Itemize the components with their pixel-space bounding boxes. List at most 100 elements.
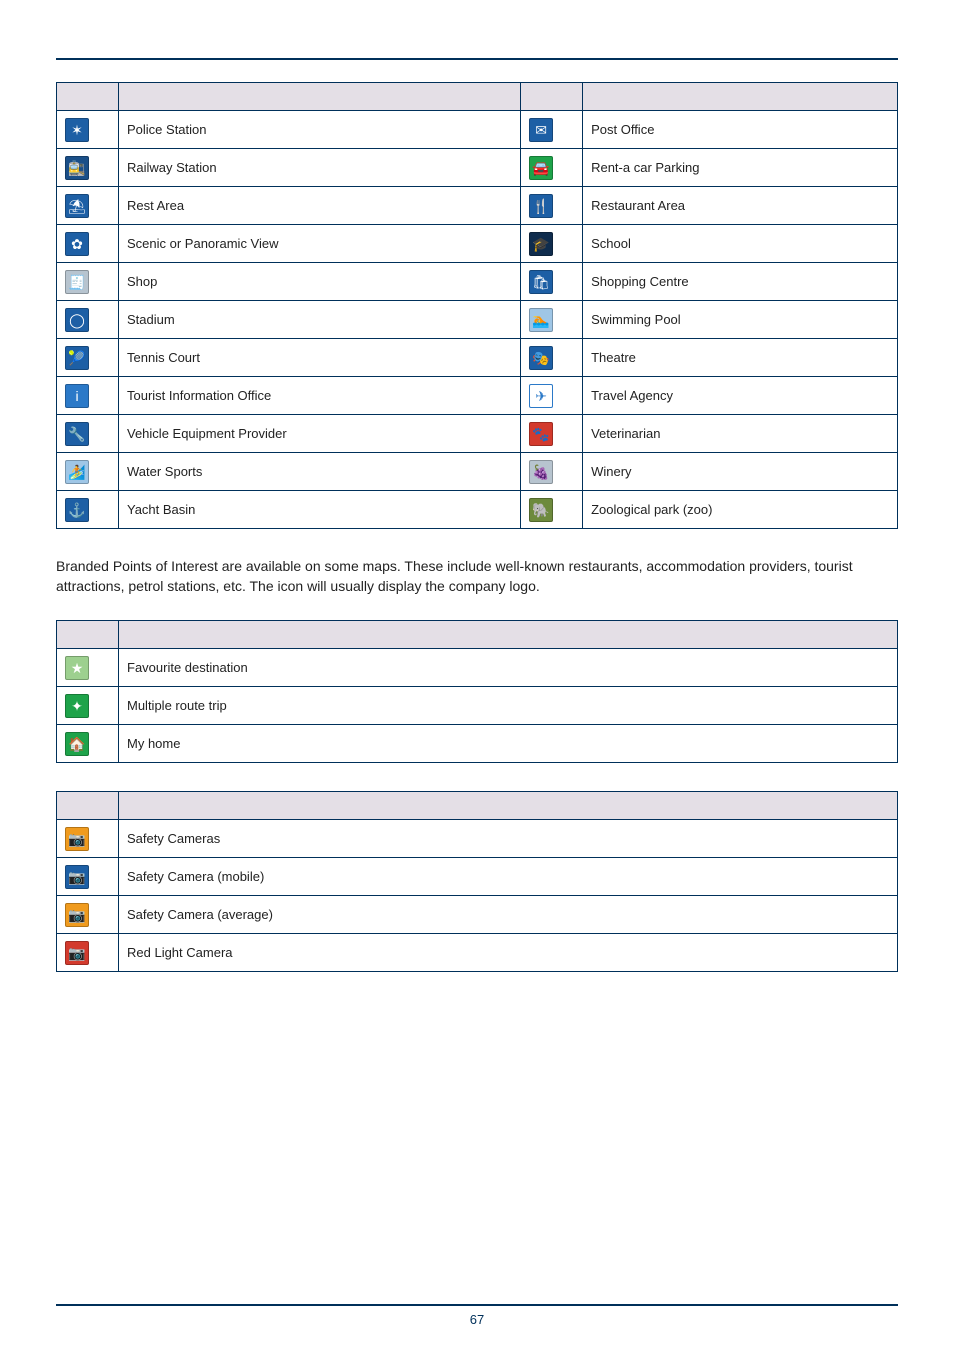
label-cell: Water Sports xyxy=(119,453,521,491)
rest-area-icon: ⛱ xyxy=(65,194,89,218)
label-cell: Veterinarian xyxy=(583,415,898,453)
veterinarian-icon: 🐾 xyxy=(529,422,553,446)
my-home-icon: 🏠 xyxy=(65,732,89,756)
icon-cell: 🍇 xyxy=(521,453,583,491)
label-cell: Safety Cameras xyxy=(119,820,898,858)
label-cell: Tourist Information Office xyxy=(119,377,521,415)
header-cell xyxy=(119,792,898,820)
favourites-table-body: ★ Favourite destination ✦ Multiple route tr… xyxy=(57,649,898,763)
safety-camera-mobile-icon: 📷 xyxy=(65,865,89,889)
page-footer: 67 xyxy=(56,1304,898,1327)
legend-label: Rest Area xyxy=(127,198,184,213)
tourist-information-office-icon: i xyxy=(65,384,89,408)
legend-label: Winery xyxy=(591,464,631,479)
header-cell xyxy=(57,83,119,111)
icon-cell: ✶ xyxy=(57,111,119,149)
label-cell: Vehicle Equipment Provider xyxy=(119,415,521,453)
legend-label: Safety Cameras xyxy=(127,831,220,846)
table-row: 🧾Shop🛍Shopping Centre xyxy=(57,263,898,301)
water-sports-icon: 🏄 xyxy=(65,460,89,484)
label-cell: Post Office xyxy=(583,111,898,149)
legend-label: Water Sports xyxy=(127,464,202,479)
document-page: ✶Police Station✉Post Office🚉Railway Stat… xyxy=(0,0,954,1355)
legend-label: Railway Station xyxy=(127,160,217,175)
icon-cell: 🚘 xyxy=(521,149,583,187)
legend-label: My home xyxy=(127,736,180,751)
label-cell: School xyxy=(583,225,898,263)
table-row: ✶Police Station✉Post Office xyxy=(57,111,898,149)
legend-label: Swimming Pool xyxy=(591,312,681,327)
icon-cell: ◯ xyxy=(57,301,119,339)
legend-label: Multiple route trip xyxy=(127,698,227,713)
icon-cell: ⛱ xyxy=(57,187,119,225)
label-cell: Tennis Court xyxy=(119,339,521,377)
winery-icon: 🍇 xyxy=(529,460,553,484)
legend-label: Yacht Basin xyxy=(127,502,195,517)
favourites-legend-table: ★ Favourite destination ✦ Multiple route tr… xyxy=(56,620,898,763)
stadium-icon: ◯ xyxy=(65,308,89,332)
table-header-row xyxy=(57,792,898,820)
zoological-park-zoo-icon: 🐘 xyxy=(529,498,553,522)
table-row: ★ Favourite destination xyxy=(57,649,898,687)
multiple-route-trip-icon: ✦ xyxy=(65,694,89,718)
icon-cell: 🎭 xyxy=(521,339,583,377)
safety-camera-average-icon: 📷 xyxy=(65,903,89,927)
legend-label: Police Station xyxy=(127,122,207,137)
table-row: 🏄 Water Sports 🍇 Winery xyxy=(57,453,898,491)
cameras-table-body: 📷Safety Cameras📷Safety Camera (mobile)📷S… xyxy=(57,820,898,972)
legend-label: Safety Camera (mobile) xyxy=(127,869,264,884)
label-cell: My home xyxy=(119,725,898,763)
label-cell: Restaurant Area xyxy=(583,187,898,225)
legend-label: Shopping Centre xyxy=(591,274,689,289)
theatre-icon: 🎭 xyxy=(529,346,553,370)
label-cell: Police Station xyxy=(119,111,521,149)
tennis-court-icon: 🎾 xyxy=(65,346,89,370)
label-cell: Shopping Centre xyxy=(583,263,898,301)
icon-cell: 🎾 xyxy=(57,339,119,377)
icon-cell: ★ xyxy=(57,649,119,687)
label-cell: Favourite destination xyxy=(119,649,898,687)
icon-cell: 🧾 xyxy=(57,263,119,301)
icon-cell: 🎓 xyxy=(521,225,583,263)
icon-cell: 📷 xyxy=(57,858,119,896)
table-row: ⚓ Yacht Basin 🐘 Zoological park (zoo) xyxy=(57,491,898,529)
safety-cameras-icon: 📷 xyxy=(65,827,89,851)
table-header-row xyxy=(57,83,898,111)
icon-cell: 📷 xyxy=(57,896,119,934)
icon-cell: 🏊 xyxy=(521,301,583,339)
red-light-camera-icon: 📷 xyxy=(65,941,89,965)
yacht-basin-icon: ⚓ xyxy=(65,498,89,522)
school-icon: 🎓 xyxy=(529,232,553,256)
legend-label: Red Light Camera xyxy=(127,945,233,960)
top-rule xyxy=(56,58,898,60)
table-row: 📷 Safety Cameras xyxy=(57,820,898,858)
shop-icon: 🧾 xyxy=(65,270,89,294)
poi-legend-table: ✶Police Station✉Post Office🚉Railway Stat… xyxy=(56,82,898,529)
label-cell: Zoological park (zoo) xyxy=(583,491,898,529)
icon-cell: 🐾 xyxy=(521,415,583,453)
icon-cell: ⚓ xyxy=(57,491,119,529)
legend-label: Veterinarian xyxy=(591,426,660,441)
travel-agency-icon: ✈ xyxy=(529,384,553,408)
poi-table-body: ✶Police Station✉Post Office🚉Railway Stat… xyxy=(57,111,898,529)
label-cell: Swimming Pool xyxy=(583,301,898,339)
label-cell: Red Light Camera xyxy=(119,934,898,972)
header-cell xyxy=(521,83,583,111)
icon-cell: 🛍 xyxy=(521,263,583,301)
label-cell: Yacht Basin xyxy=(119,491,521,529)
header-cell xyxy=(57,621,119,649)
label-cell: Multiple route trip xyxy=(119,687,898,725)
table-row: iTourist Information Office✈Travel Agenc… xyxy=(57,377,898,415)
header-cell xyxy=(119,621,898,649)
table-row: 🎾 Tennis Court 🎭 Theatre xyxy=(57,339,898,377)
header-cell xyxy=(583,83,898,111)
legend-label: Post Office xyxy=(591,122,654,137)
table-row: 🏠 My home xyxy=(57,725,898,763)
label-cell: Theatre xyxy=(583,339,898,377)
table-row: 📷 Red Light Camera xyxy=(57,934,898,972)
table-row: ⛱Rest Area🍴Restaurant Area xyxy=(57,187,898,225)
favourite-destination-icon: ★ xyxy=(65,656,89,680)
table-row: 🔧Vehicle Equipment Provider🐾Veterinarian xyxy=(57,415,898,453)
legend-label: School xyxy=(591,236,631,251)
header-cell xyxy=(119,83,521,111)
